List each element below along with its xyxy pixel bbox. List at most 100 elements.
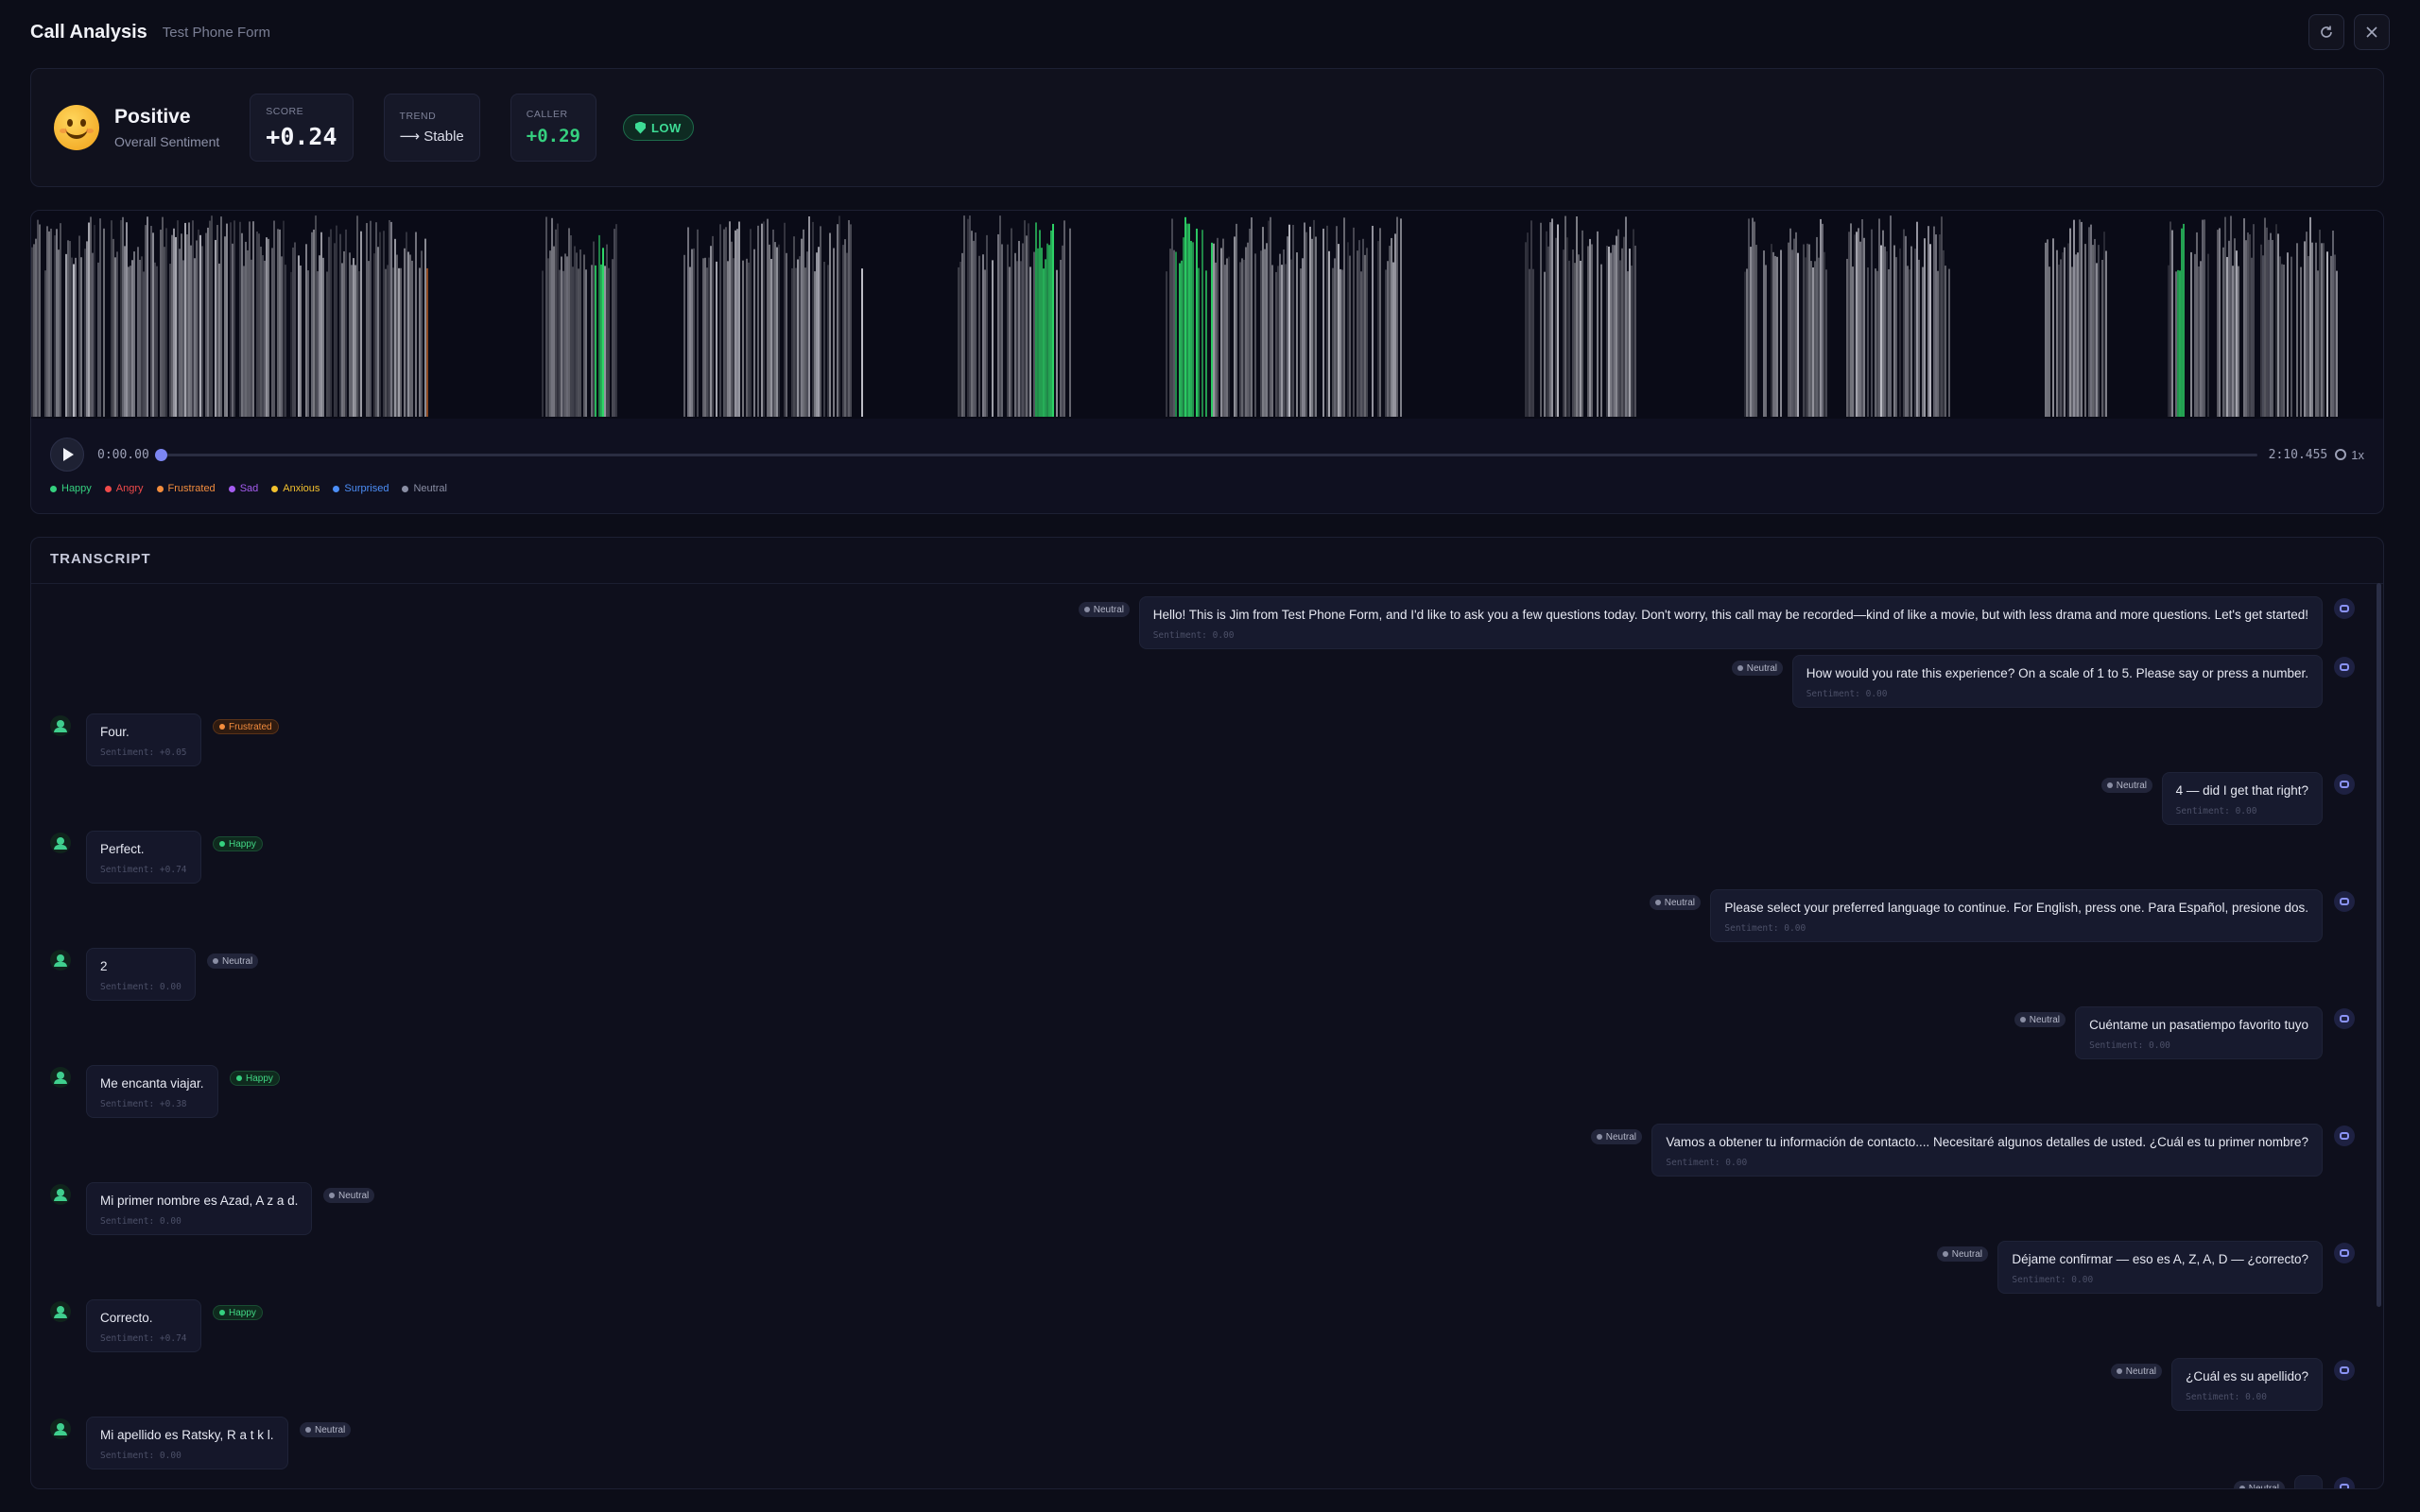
emotion-label: Neutral	[222, 955, 253, 967]
bot-icon	[2334, 774, 2355, 795]
emotion-dot	[219, 1310, 225, 1315]
bot-icon	[2334, 891, 2355, 912]
message-bubble[interactable]	[2294, 1475, 2323, 1488]
bot-icon	[2334, 1243, 2355, 1263]
message-text: Mi apellido es Ratsky, R a t k l.	[100, 1428, 274, 1442]
trend-label: TREND	[399, 111, 437, 122]
transcript-message: Four. Sentiment: +0.05 Frustrated	[31, 713, 2383, 772]
emotion-badge: Neutral	[2014, 1012, 2066, 1027]
transcript-message: Cuéntame un pasatiempo favorito tuyo Sent…	[31, 1006, 2383, 1065]
message-sentiment-score: Sentiment: 0.00	[100, 982, 182, 992]
emotion-dot	[2116, 1368, 2122, 1374]
message-text: Déjame confirmar — eso es A, Z, A, D — ¿…	[2012, 1252, 2308, 1266]
legend-label: Surprised	[344, 483, 389, 494]
legend-label: Happy	[61, 483, 92, 494]
scrollbar[interactable]	[2377, 583, 2381, 1307]
close-button[interactable]	[2354, 14, 2390, 50]
emotion-badge: Neutral	[300, 1422, 352, 1437]
legend-item-frustrated: Frustrated	[156, 483, 216, 494]
trend-stat: TREND ⟶ Stable	[383, 94, 480, 162]
user-icon	[50, 1418, 71, 1439]
legend-label: Angry	[115, 483, 144, 494]
message-sentiment-score: Sentiment: 0.00	[1666, 1158, 1748, 1168]
message-bubble[interactable]: Me encanta viajar. Sentiment: +0.38	[86, 1065, 218, 1118]
emotion-label: Happy	[229, 838, 256, 850]
speed-icon	[2335, 449, 2347, 460]
emotion-label: Neutral	[338, 1190, 370, 1201]
bot-icon	[2334, 1360, 2355, 1381]
user-icon	[50, 715, 71, 736]
emotion-label: Neutral	[1664, 897, 1695, 908]
emotion-dot	[1654, 900, 1661, 905]
message-sentiment-score: Sentiment: 0.00	[100, 1216, 182, 1227]
message-bubble[interactable]: Perfect. Sentiment: +0.74	[86, 831, 201, 884]
message-sentiment-score: Sentiment: +0.05	[100, 747, 187, 758]
score-stat: SCORE +0.24	[250, 94, 354, 162]
transcript-message: Mi primer nombre es Azad, A z a d. Sentim…	[31, 1182, 2383, 1241]
message-bubble[interactable]: ¿Cuál es su apellido? Sentiment: 0.00	[2171, 1358, 2323, 1411]
emotion-dot	[1942, 1251, 1948, 1257]
emotion-badge: Neutral	[323, 1188, 375, 1203]
emotion-dot	[2106, 782, 2113, 788]
legend-dot	[156, 485, 164, 492]
emotion-badge: Neutral	[1649, 895, 1701, 910]
emotion-dot	[219, 724, 225, 730]
message-bubble[interactable]: Vamos a obtener tu información de contac…	[1651, 1124, 2323, 1177]
emotion-badge: Neutral	[2100, 778, 2152, 793]
message-text: ¿Cuál es su apellido?	[2186, 1369, 2308, 1383]
spectrogram-bands	[31, 215, 2338, 417]
seek-handle[interactable]	[154, 448, 167, 461]
emotion-badge: Happy	[230, 1071, 280, 1086]
transcript-message: Déjame confirmar — eso es A, Z, A, D — ¿…	[31, 1241, 2383, 1299]
message-text: Me encanta viajar.	[100, 1076, 204, 1091]
legend-label: Sad	[239, 483, 259, 494]
message-bubble[interactable]: How would you rate this experience? On a…	[1791, 655, 2323, 708]
emotion-dot	[2019, 1017, 2026, 1022]
legend-item-neutral: Neutral	[402, 483, 447, 494]
header: Call Analysis Test Phone Form	[30, 14, 2390, 50]
message-bubble[interactable]: Please select your preferred language to…	[1710, 889, 2323, 942]
seek-bar[interactable]	[154, 448, 2257, 461]
message-sentiment-score: Sentiment: 0.00	[2012, 1275, 2094, 1285]
message-text: Perfect.	[100, 842, 145, 856]
emotion-dot	[1737, 665, 1743, 671]
emotion-label: Neutral	[2029, 1014, 2060, 1025]
emotion-badge: Neutral	[207, 954, 259, 969]
emotion-dot	[236, 1075, 242, 1081]
emotion-badge: Frustrated	[213, 719, 279, 734]
play-button[interactable]	[50, 438, 84, 472]
transcript-message: Correcto. Sentiment: +0.74 Happy	[31, 1299, 2383, 1358]
transcript-message: Please select your preferred language to…	[31, 889, 2383, 948]
message-sentiment-score: Sentiment: 0.00	[2089, 1040, 2170, 1051]
current-time: 0:00.00	[97, 447, 149, 462]
message-sentiment-score: Sentiment: 0.00	[100, 1451, 182, 1461]
transcript-message: Vamos a obtener tu información de contac…	[31, 1124, 2383, 1182]
message-bubble[interactable]: Mi apellido es Ratsky, R a t k l. Sentime…	[86, 1417, 288, 1469]
playback-speed[interactable]: 1x	[2335, 448, 2364, 462]
message-bubble[interactable]: Déjame confirmar — eso es A, Z, A, D — ¿…	[1997, 1241, 2323, 1294]
emotion-badge: Neutral	[1078, 602, 1130, 617]
message-bubble[interactable]: Cuéntame un pasatiempo favorito tuyo Sent…	[2075, 1006, 2323, 1059]
emotion-badge: Happy	[213, 1305, 263, 1320]
message-bubble[interactable]: Hello! This is Jim from Test Phone Form,…	[1138, 596, 2323, 649]
message-sentiment-score: Sentiment: +0.74	[100, 1333, 187, 1344]
emotion-badge: Neutral	[1590, 1129, 1642, 1144]
message-bubble[interactable]: 4 — did I get that right? Sentiment: 0.00	[2161, 772, 2323, 825]
transcript-message: Neutral	[31, 1475, 2383, 1489]
refresh-button[interactable]	[2308, 14, 2344, 50]
caller-stat: CALLER +0.29	[510, 94, 596, 162]
message-bubble[interactable]: Correcto. Sentiment: +0.74	[86, 1299, 201, 1352]
emotion-dot	[219, 841, 225, 847]
message-bubble[interactable]: 2 Sentiment: 0.00	[86, 948, 196, 1001]
legend-item-anxious: Anxious	[271, 483, 320, 494]
message-bubble[interactable]: Four. Sentiment: +0.05	[86, 713, 201, 766]
transcript-message: ¿Cuál es su apellido? Sentiment: 0.00 Neut…	[31, 1358, 2383, 1417]
refresh-icon	[2321, 26, 2332, 38]
message-bubble[interactable]: Mi primer nombre es Azad, A z a d. Sentim…	[86, 1182, 313, 1235]
bot-icon	[2334, 657, 2355, 678]
trend-value: ⟶ Stable	[399, 129, 464, 145]
legend-label: Neutral	[413, 483, 447, 494]
emotion-label: Neutral	[2248, 1483, 2279, 1489]
message-text: Cuéntame un pasatiempo favorito tuyo	[2089, 1018, 2308, 1032]
spectrogram[interactable]	[31, 211, 2384, 419]
